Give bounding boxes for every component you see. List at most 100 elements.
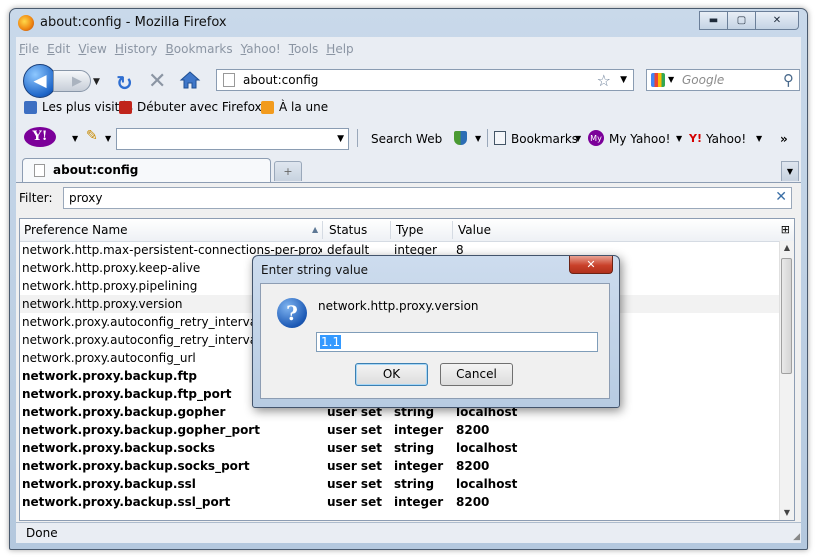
table-row[interactable]: network.proxy.backup.ssl user set string lo…	[20, 475, 780, 493]
menu-accesskey: H	[326, 42, 336, 56]
toolbar-separator	[357, 129, 358, 147]
column-divider[interactable]	[390, 221, 391, 239]
menu-item-file[interactable]: File	[16, 41, 44, 61]
clear-filter-icon[interactable]: ✕	[775, 189, 787, 205]
tab-label: about:config	[53, 163, 139, 177]
ok-button[interactable]: OK	[355, 363, 428, 386]
home-icon[interactable]	[179, 70, 201, 90]
menu-bar: File Edit View History Bookmarks Yahoo! Tools H…	[16, 41, 359, 61]
chevron-down-icon[interactable]: ▼	[72, 134, 78, 143]
firefox-logo-icon	[18, 15, 34, 31]
new-tab-button[interactable]: +	[274, 161, 302, 181]
column-header-name[interactable]: Preference Name	[24, 223, 128, 237]
url-bar[interactable]: about:config ☆ ▼	[216, 69, 634, 91]
dialog-close-button[interactable]: ✕	[569, 256, 613, 274]
scroll-up-arrow-icon[interactable]: ▲	[780, 241, 794, 255]
menu-item-edit[interactable]: Edit	[44, 41, 75, 61]
cell-name: network.proxy.backup.socks	[22, 441, 216, 455]
reload-icon[interactable]: ↻	[116, 71, 133, 95]
status-bar: Done ◢	[16, 522, 801, 543]
yahoo-toolbar: Y! ▼ ✎ ▼ ▼ Search Web ▼ Bookmarks ▼ My M…	[16, 120, 801, 150]
search-icon[interactable]: ⚲	[783, 71, 794, 89]
column-header-value[interactable]: Value	[458, 223, 491, 237]
menu-accesskey: H	[114, 42, 124, 56]
maximize-button[interactable]: ▢	[728, 11, 756, 30]
bookmarks-toolbar: Les plus visités Débuter avec Firefox À la…	[16, 96, 801, 118]
bookmark-star-icon[interactable]: ☆	[597, 71, 611, 90]
table-row[interactable]: network.proxy.backup.socks_port user set i…	[20, 457, 780, 475]
back-button[interactable]: ◀	[23, 64, 57, 98]
google-icon[interactable]	[651, 73, 665, 87]
search-bar[interactable]: ▼ Google ⚲	[646, 69, 800, 91]
yahoo-logo[interactable]: Y!	[24, 127, 56, 147]
page-icon	[223, 73, 235, 87]
menu-label: ools	[294, 42, 319, 56]
plus-icon: +	[283, 165, 293, 178]
window-close-button[interactable]: ✕	[756, 11, 799, 30]
tab-about-config[interactable]: about:config	[22, 158, 271, 182]
string-value-input[interactable]: 1.1	[316, 332, 598, 352]
menu-label: istory	[123, 42, 158, 56]
cancel-button[interactable]: Cancel	[440, 363, 513, 386]
selected-value-text: 1.1	[320, 335, 342, 349]
menu-item-view[interactable]: View	[75, 41, 111, 61]
all-tabs-button[interactable]: ▼	[781, 161, 799, 181]
cell-status: user set	[327, 423, 382, 437]
filter-value: proxy	[69, 191, 103, 205]
cell-type: integer	[394, 459, 444, 473]
table-row[interactable]: network.proxy.backup.gopher_port user set…	[20, 421, 780, 439]
enter-string-dialog: Enter string value ✕ ? network.http.prox…	[252, 255, 620, 408]
url-dropdown-icon[interactable]: ▼	[620, 75, 627, 85]
back-arrow-icon: ◀	[33, 71, 47, 91]
chevron-down-icon[interactable]: ▼	[676, 134, 682, 143]
my-yahoo-button[interactable]: My Yahoo!	[609, 132, 670, 146]
cell-name: network.proxy.backup.gopher_port	[22, 423, 260, 437]
bookmark-item[interactable]: À la une	[261, 100, 328, 114]
search-web-button[interactable]: Search Web	[371, 132, 442, 146]
sort-ascending-icon: ▲	[312, 225, 319, 234]
column-divider[interactable]	[322, 221, 323, 239]
yahoo-button[interactable]: Yahoo!	[706, 132, 746, 146]
yahoo-search-input[interactable]: ▼	[116, 128, 349, 150]
navigation-toolbar: ◀ ▶ ▼ ↻ ✕ about:config ☆ ▼ ▼ Google ⚲	[16, 61, 801, 98]
table-row[interactable]: network.proxy.backup.socks user set string…	[20, 439, 780, 457]
bookmark-item[interactable]: Les plus visités	[24, 100, 133, 114]
stop-icon[interactable]: ✕	[148, 69, 166, 94]
column-divider[interactable]	[452, 221, 453, 239]
history-dropdown-icon[interactable]: ▼	[93, 77, 100, 87]
menu-item-yahoo[interactable]: Yahoo!	[238, 41, 286, 61]
menu-item-history[interactable]: History	[112, 41, 163, 61]
column-header-type[interactable]: Type	[396, 223, 424, 237]
vertical-scrollbar[interactable]: ▲ ▼	[779, 241, 794, 520]
chevron-down-icon[interactable]: ▼	[475, 134, 481, 143]
column-picker-icon[interactable]: ⊞	[781, 223, 790, 236]
cell-status: user set	[327, 495, 382, 509]
filter-input[interactable]: proxy ✕	[63, 187, 792, 209]
menu-item-tools[interactable]: Tools	[286, 41, 324, 61]
search-engine-dropdown-icon[interactable]: ▼	[668, 75, 674, 84]
resize-grip-icon[interactable]: ◢	[793, 532, 800, 542]
toolbar-overflow-button[interactable]: »	[780, 132, 788, 146]
yahoo-bookmarks-button[interactable]: Bookmarks	[511, 132, 578, 146]
status-text: Done	[26, 526, 58, 540]
title-bar[interactable]: about:config - Mozilla Firefox ▬ ▢ ✕	[10, 9, 807, 37]
scrollbar-thumb[interactable]	[781, 258, 792, 374]
column-header-status[interactable]: Status	[329, 223, 367, 237]
pencil-icon[interactable]: ✎	[86, 128, 98, 144]
question-icon: ?	[277, 298, 307, 328]
chevron-down-icon[interactable]: ▼	[337, 134, 344, 144]
chevron-down-icon[interactable]: ▼	[105, 134, 111, 143]
menu-item-help[interactable]: Help	[323, 41, 358, 61]
minimize-button[interactable]: ▬	[699, 11, 728, 30]
chevron-down-icon[interactable]: ▼	[756, 134, 762, 143]
scroll-down-arrow-icon[interactable]: ▼	[780, 506, 794, 520]
forward-arrow-icon: ▶	[72, 73, 82, 89]
table-row[interactable]: network.proxy.backup.ssl_port user set int…	[20, 493, 780, 511]
chevron-down-icon[interactable]: ▼	[575, 134, 581, 143]
menu-label: elp	[335, 42, 354, 56]
shield-icon[interactable]	[454, 131, 467, 145]
forward-button[interactable]: ▶	[53, 70, 91, 92]
bookmark-item[interactable]: Débuter avec Firefox	[119, 100, 262, 114]
menu-item-bookmarks[interactable]: Bookmarks	[163, 41, 238, 61]
filter-label: Filter:	[19, 191, 53, 205]
